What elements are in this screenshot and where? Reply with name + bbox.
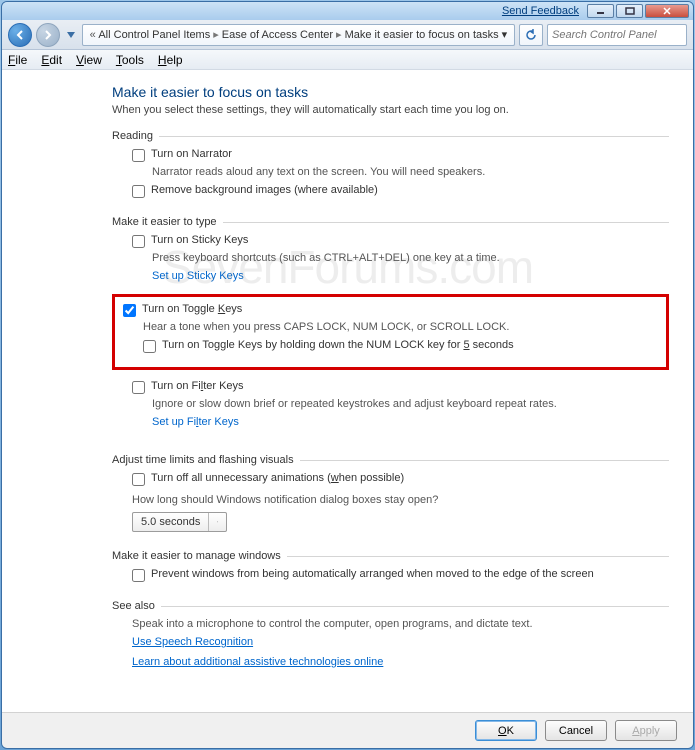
send-feedback-link[interactable]: Send Feedback [502, 5, 579, 17]
refresh-button[interactable] [519, 24, 543, 46]
menu-tools[interactable]: Tools [116, 53, 144, 67]
select-duration-value: 5.0 seconds [133, 516, 208, 528]
opt-filter[interactable]: Turn on Filter Keys [132, 380, 669, 394]
select-duration[interactable]: 5.0 seconds [132, 512, 227, 532]
address-dropdown-icon[interactable]: ▾ [499, 28, 510, 41]
cancel-button[interactable]: Cancel [545, 720, 607, 741]
minimize-button[interactable] [587, 4, 614, 18]
label-sticky: Turn on Sticky Keys [151, 234, 248, 246]
label-toggle: Turn on Toggle Keys [142, 303, 242, 315]
opt-prevent-arrange[interactable]: Prevent windows from being automatically… [132, 568, 669, 582]
section-seealso: See also [112, 600, 155, 612]
checkbox-narrator[interactable] [132, 149, 145, 162]
menu-file[interactable]: File [8, 53, 27, 67]
menu-edit[interactable]: Edit [41, 53, 62, 67]
desc-toggle: Hear a tone when you press CAPS LOCK, NU… [143, 321, 658, 333]
section-windows: Make it easier to manage windows [112, 550, 281, 562]
desc-filter: Ignore or slow down brief or repeated ke… [152, 398, 669, 410]
breadcrumb-ease[interactable]: Ease of Access Center [222, 29, 333, 41]
search-box[interactable] [547, 24, 687, 46]
checkbox-sticky[interactable] [132, 235, 145, 248]
section-typing: Make it easier to type [112, 216, 217, 228]
opt-toggle-hold[interactable]: Turn on Toggle Keys by holding down the … [143, 339, 658, 353]
checkbox-toggle-hold[interactable] [143, 340, 156, 353]
address-bar[interactable]: « All Control Panel Items ▸ Ease of Acce… [82, 24, 515, 46]
section-reading: Reading [112, 130, 153, 142]
section-visuals: Adjust time limits and flashing visuals [112, 454, 294, 466]
nav-row: « All Control Panel Items ▸ Ease of Acce… [2, 20, 693, 50]
label-narrator: Turn on Narrator [151, 148, 232, 160]
maximize-button[interactable] [616, 4, 643, 18]
checkbox-animations[interactable] [132, 473, 145, 486]
highlight-toggle-keys: Turn on Toggle Keys Hear a tone when you… [112, 294, 669, 370]
checkbox-filter[interactable] [132, 381, 145, 394]
titlebar: Send Feedback [2, 2, 693, 20]
menubar: File Edit View Tools Help [2, 50, 693, 70]
label-howlong: How long should Windows notification dia… [132, 494, 669, 506]
breadcrumb-all[interactable]: All Control Panel Items [98, 29, 210, 41]
dropdown-arrow-icon[interactable] [208, 513, 226, 531]
label-animations: Turn off all unnecessary animations (whe… [151, 472, 404, 484]
link-speech[interactable]: Use Speech Recognition [132, 636, 669, 648]
opt-sticky[interactable]: Turn on Sticky Keys [132, 234, 669, 248]
opt-toggle[interactable]: Turn on Toggle Keys [123, 303, 658, 317]
menu-help[interactable]: Help [158, 53, 183, 67]
back-button[interactable] [8, 23, 32, 47]
label-filter: Turn on Filter Keys [151, 380, 244, 392]
opt-narrator[interactable]: Turn on Narrator [132, 148, 669, 162]
nav-history-dropdown[interactable] [64, 26, 78, 44]
ok-button[interactable]: OK [475, 720, 537, 741]
link-filter-setup[interactable]: Set up Filter Keys [152, 416, 239, 428]
breadcrumb-focus[interactable]: Make it easier to focus on tasks [345, 29, 499, 41]
checkbox-toggle[interactable] [123, 304, 136, 317]
link-learn[interactable]: Learn about additional assistive technol… [132, 656, 669, 668]
breadcrumb-sep: ▸ [336, 28, 342, 41]
close-button[interactable] [645, 4, 689, 18]
page-title: Make it easier to focus on tasks [112, 84, 669, 100]
opt-animations[interactable]: Turn off all unnecessary animations (whe… [132, 472, 669, 486]
content-area: SevenForums.com Make it easier to focus … [2, 70, 693, 712]
desc-narrator: Narrator reads aloud any text on the scr… [152, 166, 669, 178]
footer: OK Cancel Apply [2, 712, 693, 748]
apply-button: Apply [615, 720, 677, 741]
menu-view[interactable]: View [76, 53, 102, 67]
label-prevent-arrange: Prevent windows from being automatically… [151, 568, 594, 580]
search-input[interactable] [552, 29, 694, 41]
breadcrumb-sep: ▸ [213, 28, 219, 41]
label-removebg: Remove background images (where availabl… [151, 184, 378, 196]
forward-button[interactable] [36, 23, 60, 47]
page-subtitle: When you select these settings, they wil… [112, 104, 669, 116]
opt-removebg[interactable]: Remove background images (where availabl… [132, 184, 669, 198]
desc-sticky: Press keyboard shortcuts (such as CTRL+A… [152, 252, 669, 264]
desc-seealso: Speak into a microphone to control the c… [132, 618, 669, 630]
link-sticky-setup[interactable]: Set up Sticky Keys [152, 270, 244, 282]
chevron-left-icon[interactable]: « [87, 29, 98, 41]
label-toggle-hold: Turn on Toggle Keys by holding down the … [162, 339, 514, 351]
checkbox-prevent-arrange[interactable] [132, 569, 145, 582]
checkbox-removebg[interactable] [132, 185, 145, 198]
